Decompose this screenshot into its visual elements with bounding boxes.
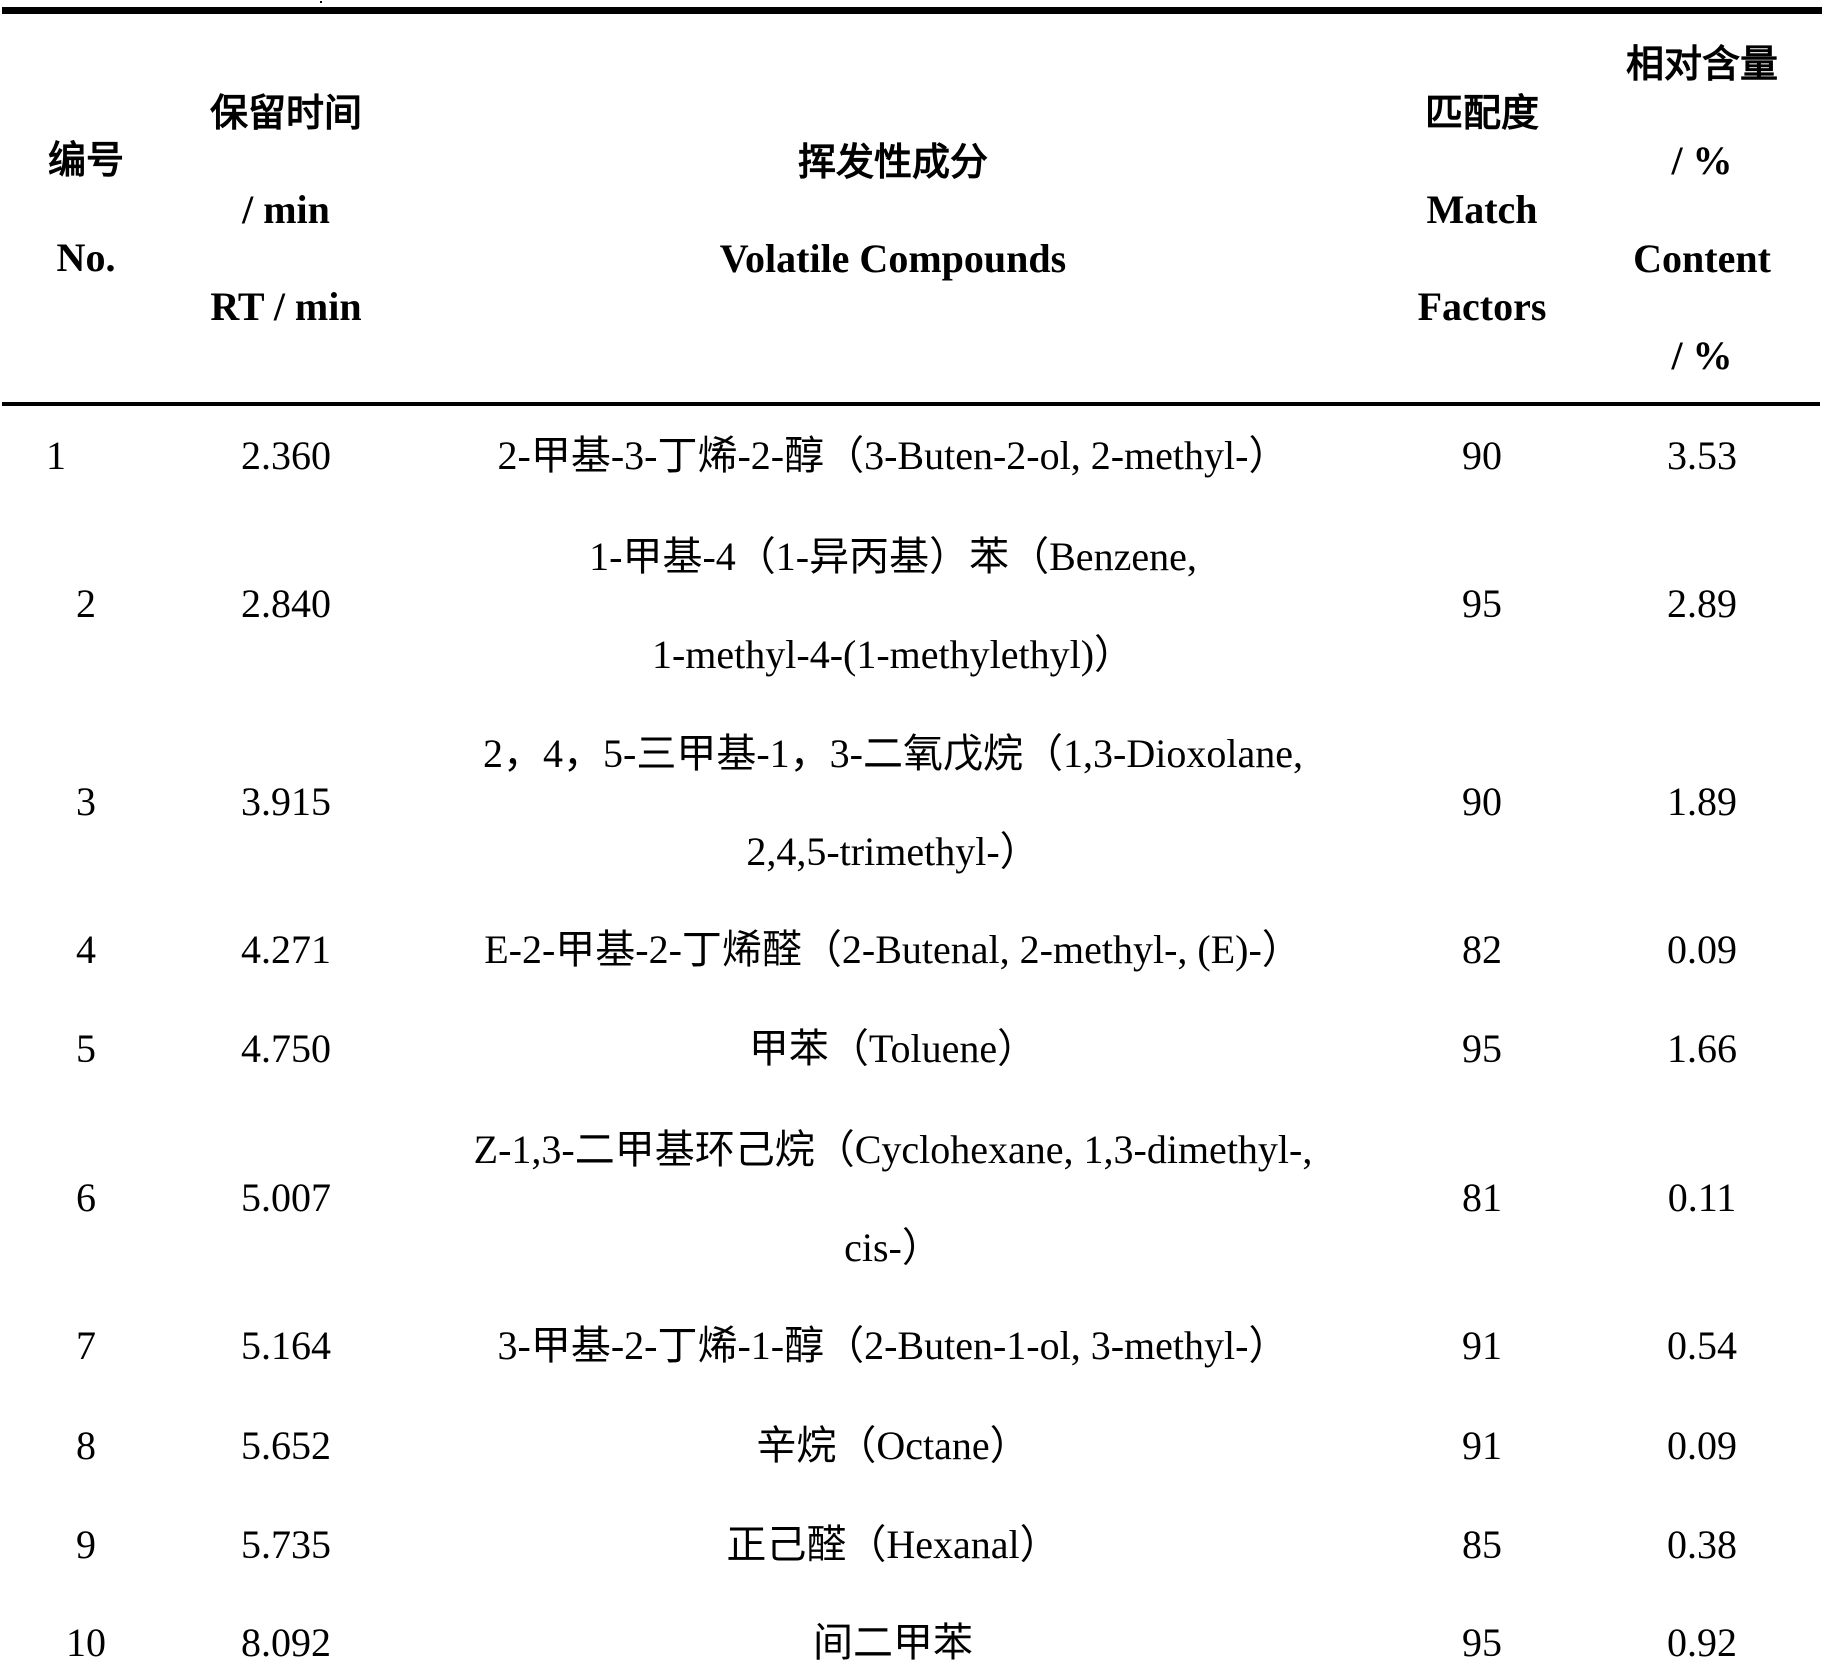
header-compound-cn: 挥发性成分 xyxy=(797,140,989,184)
stray-mark xyxy=(320,1,322,3)
header-content-en: Content xyxy=(1633,236,1771,281)
cell-rt: 5.164 xyxy=(241,1323,331,1368)
header-no-en: No. xyxy=(56,235,116,280)
cell-compound-line-1: 1-甲基-4（1-异丙基）苯（Benzene, xyxy=(589,534,1197,579)
cell-compound: E-2-甲基-2-丁烯醛（2-Butenal, 2-methyl-, (E)-） xyxy=(484,927,1302,972)
cell-content: 0.38 xyxy=(1667,1522,1737,1567)
header-rt-unit: / min xyxy=(242,187,330,232)
cell-compound: 正己醛（Hexanal） xyxy=(726,1522,1060,1567)
table-top-rule xyxy=(2,7,1822,14)
cell-content: 0.54 xyxy=(1667,1323,1737,1368)
cell-no: 6 xyxy=(76,1175,96,1220)
cell-rt: 4.750 xyxy=(241,1026,331,1071)
cell-compound-line-2: cis-） xyxy=(844,1225,942,1270)
cell-compound-line-2: 1-methyl-4-(1-methylethyl)） xyxy=(651,632,1135,677)
cell-content: 0.09 xyxy=(1667,927,1737,972)
cell-match: 82 xyxy=(1462,927,1502,972)
cell-compound: 间二甲苯 xyxy=(813,1620,973,1665)
header-match-en-1: Match xyxy=(1426,187,1538,232)
cell-no: 9 xyxy=(76,1522,96,1567)
header-match-en-2: Factors xyxy=(1417,284,1547,329)
cell-rt: 5.652 xyxy=(241,1423,331,1468)
cell-match: 91 xyxy=(1462,1423,1502,1468)
cell-content: 0.92 xyxy=(1667,1620,1737,1665)
cell-match: 85 xyxy=(1462,1522,1502,1567)
cell-match: 90 xyxy=(1462,433,1502,478)
cell-compound: 2-甲基-3-丁烯-2-醇（3-Buten-2-ol, 2-methyl-） xyxy=(497,433,1289,478)
cell-rt: 5.007 xyxy=(241,1175,331,1220)
header-compound-en: Volatile Compounds xyxy=(719,236,1067,281)
cell-compound: 甲苯（Toluene） xyxy=(748,1026,1038,1071)
header-rt-cn: 保留时间 xyxy=(209,91,363,135)
cell-content: 3.53 xyxy=(1667,433,1737,478)
header-content-unit-en: / % xyxy=(1671,333,1733,378)
table-header-rule xyxy=(2,402,1820,406)
cell-match: 95 xyxy=(1462,1026,1502,1071)
cell-content: 0.09 xyxy=(1667,1423,1737,1468)
cell-rt: 5.735 xyxy=(241,1522,331,1567)
cell-match: 95 xyxy=(1462,581,1502,626)
cell-no: 10 xyxy=(66,1620,106,1665)
cell-compound-line-1: 2，4，5-三甲基-1，3-二氧戊烷（1,3-Dioxolane, xyxy=(483,731,1303,776)
cell-compound: 3-甲基-2-丁烯-1-醇（2-Buten-1-ol, 3-methyl-） xyxy=(497,1323,1289,1368)
cell-no: 3 xyxy=(76,779,96,824)
header-match-cn: 匹配度 xyxy=(1424,91,1540,135)
header-content-cn: 相对含量 xyxy=(1625,42,1779,86)
cell-content: 2.89 xyxy=(1667,581,1737,626)
cell-content: 1.66 xyxy=(1667,1026,1737,1071)
cell-no: 8 xyxy=(76,1423,96,1468)
cell-compound-line-2: 2,4,5-trimethyl-） xyxy=(746,829,1040,874)
cell-no: 1 xyxy=(46,433,66,478)
cell-rt: 2.840 xyxy=(241,581,331,626)
cell-compound-line-1: Z-1,3-二甲基环己烷（Cyclohexane, 1,3-dimethyl-, xyxy=(473,1127,1313,1172)
header-rt-en: RT / min xyxy=(210,284,362,329)
cell-no: 7 xyxy=(76,1323,96,1368)
cell-rt: 2.360 xyxy=(241,433,331,478)
cell-no: 5 xyxy=(76,1026,96,1071)
cell-no: 4 xyxy=(76,927,96,972)
cell-content: 0.11 xyxy=(1667,1175,1737,1220)
cell-content: 1.89 xyxy=(1667,779,1737,824)
cell-match: 90 xyxy=(1462,779,1502,824)
header-no-cn: 编号 xyxy=(47,138,125,182)
cell-no: 2 xyxy=(76,581,96,626)
cell-match: 95 xyxy=(1462,1620,1502,1665)
header-content-unit-cn: / % xyxy=(1671,138,1733,183)
cell-rt: 8.092 xyxy=(241,1620,331,1665)
cell-rt: 4.271 xyxy=(241,927,331,972)
cell-match: 91 xyxy=(1462,1323,1502,1368)
cell-compound: 辛烷（Octane） xyxy=(756,1423,1030,1468)
cell-match: 81 xyxy=(1462,1175,1502,1220)
cell-rt: 3.915 xyxy=(241,779,331,824)
